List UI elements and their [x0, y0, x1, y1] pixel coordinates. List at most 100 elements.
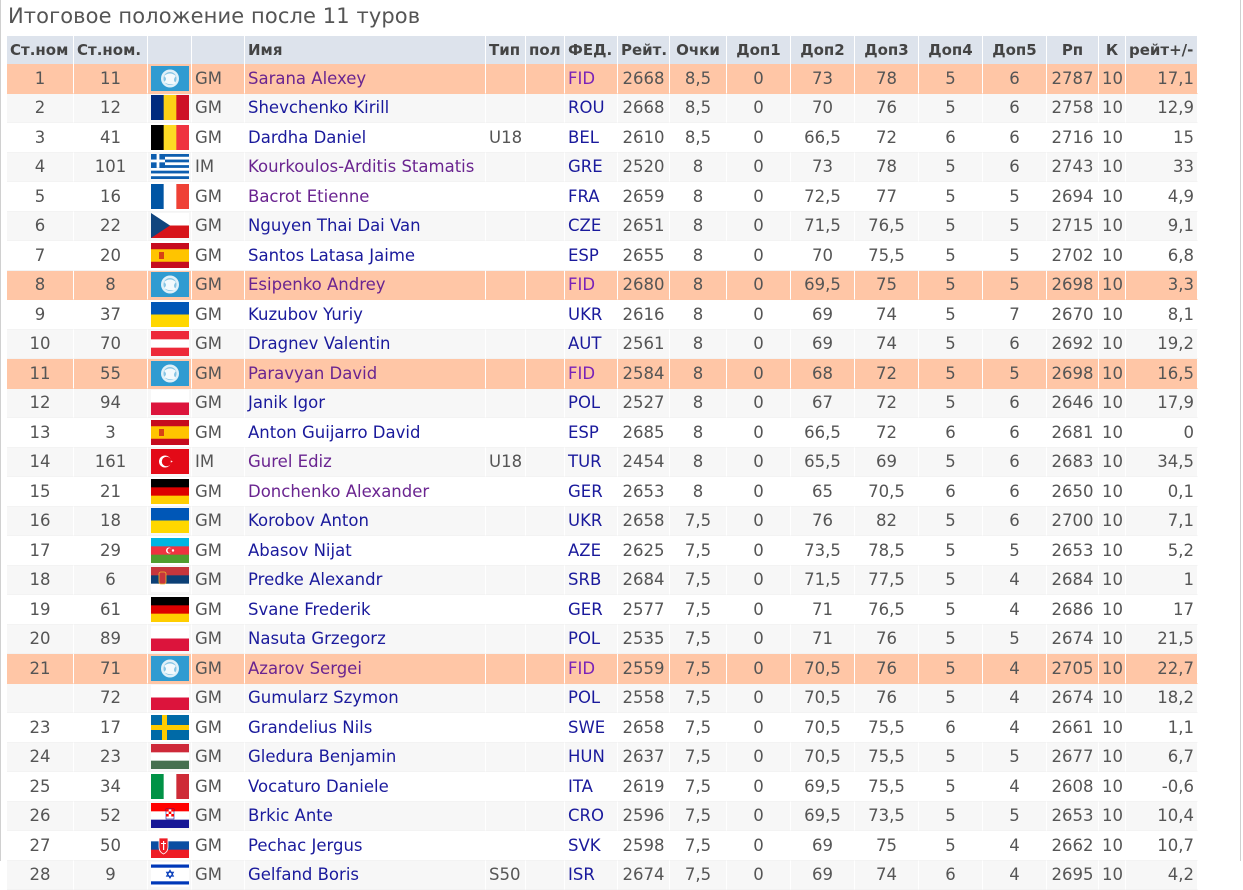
player-name-link[interactable]: Pechac Jergus [245, 831, 486, 861]
type-cell [486, 654, 526, 684]
col-header-sex[interactable]: пол [526, 36, 565, 64]
rating-change-cell: 16,5 [1126, 359, 1198, 389]
federation-cell[interactable]: TUR [565, 448, 618, 478]
sex-cell [526, 625, 565, 655]
table-row: 212GMShevchenko KirillROU26688,507076562… [7, 94, 1198, 124]
federation-cell[interactable]: UKR [565, 507, 618, 537]
player-name-link[interactable]: Nasuta Grzegorz [245, 625, 486, 655]
start-number-cell: 89 [74, 625, 148, 655]
federation-cell[interactable]: ITA [565, 772, 618, 802]
player-name-link[interactable]: Nguyen Thai Dai Van [245, 212, 486, 242]
player-name-link[interactable]: Dragnev Valentin [245, 330, 486, 360]
federation-cell[interactable]: GER [565, 477, 618, 507]
tb4-cell: 5 [919, 625, 983, 655]
rating-cell: 2658 [618, 713, 670, 743]
player-name-link[interactable]: Janik Igor [245, 389, 486, 419]
col-header-name[interactable]: Имя [245, 36, 486, 64]
sex-cell [526, 241, 565, 271]
cro-flag [151, 803, 189, 828]
sex-cell [526, 418, 565, 448]
tb2-cell: 69,5 [791, 271, 855, 301]
player-name-link[interactable]: Bacrot Etienne [245, 182, 486, 212]
tb1-cell: 0 [727, 418, 791, 448]
player-name-link[interactable]: Svane Frederik [245, 595, 486, 625]
player-name-link[interactable]: Grandelius Nils [245, 713, 486, 743]
k-factor-cell: 10 [1099, 802, 1126, 832]
player-name-link[interactable]: Abasov Nijat [245, 536, 486, 566]
tb1-cell: 0 [727, 182, 791, 212]
federation-cell[interactable]: CRO [565, 802, 618, 832]
player-name-link[interactable]: Shevchenko Kirill [245, 94, 486, 124]
col-header-tb3[interactable]: Доп3 [855, 36, 919, 64]
player-name-link[interactable]: Donchenko Alexander [245, 477, 486, 507]
k-factor-cell: 10 [1099, 330, 1126, 360]
player-name-link[interactable]: Santos Latasa Jaime [245, 241, 486, 271]
federation-cell[interactable]: POL [565, 625, 618, 655]
player-name-link[interactable]: Brkic Ante [245, 802, 486, 832]
federation-cell[interactable]: POL [565, 684, 618, 714]
federation-cell[interactable]: FID [565, 654, 618, 684]
col-header-k[interactable]: К [1099, 36, 1126, 64]
rank-cell: 13 [7, 418, 74, 448]
player-name-link[interactable]: Gledura Benjamin [245, 743, 486, 773]
player-name-link[interactable]: Kuzubov Yuriy [245, 300, 486, 330]
col-header-type[interactable]: Тип [486, 36, 526, 64]
player-name-link[interactable]: Esipenko Andrey [245, 271, 486, 301]
federation-cell[interactable]: AUT [565, 330, 618, 360]
tb3-cell: 78 [855, 64, 919, 94]
col-header-fed[interactable]: ФЕД. [565, 36, 618, 64]
federation-cell[interactable]: ISR [565, 861, 618, 890]
federation-cell[interactable]: BEL [565, 123, 618, 153]
federation-cell[interactable]: AZE [565, 536, 618, 566]
k-factor-cell: 10 [1099, 713, 1126, 743]
federation-cell[interactable]: GRE [565, 153, 618, 183]
federation-cell[interactable]: FID [565, 271, 618, 301]
federation-cell[interactable]: CZE [565, 212, 618, 242]
title-cell: GM [192, 359, 245, 389]
sex-cell [526, 654, 565, 684]
federation-cell[interactable]: UKR [565, 300, 618, 330]
player-name-link[interactable]: Gumularz Szymon [245, 684, 486, 714]
player-name-link[interactable]: Anton Guijarro David [245, 418, 486, 448]
tb2-cell: 69 [791, 300, 855, 330]
col-header-tb4[interactable]: Доп4 [919, 36, 983, 64]
tb1-cell: 0 [727, 743, 791, 773]
col-header-rating-change[interactable]: рейт+/- [1126, 36, 1198, 64]
federation-cell[interactable]: SWE [565, 713, 618, 743]
player-name-link[interactable]: Sarana Alexey [245, 64, 486, 94]
col-header-points[interactable]: Очки [670, 36, 727, 64]
federation-cell[interactable]: POL [565, 389, 618, 419]
federation-cell[interactable]: ROU [565, 94, 618, 124]
federation-cell[interactable]: ESP [565, 418, 618, 448]
col-header-tb2[interactable]: Доп2 [791, 36, 855, 64]
col-header-rating[interactable]: Рейт. [618, 36, 670, 64]
federation-cell[interactable]: FRA [565, 182, 618, 212]
tb3-cell: 75 [855, 271, 919, 301]
rating-change-cell: -0,6 [1126, 772, 1198, 802]
flag-cell [148, 772, 192, 802]
player-name-link[interactable]: Dardha Daniel [245, 123, 486, 153]
col-header-start-no[interactable]: Ст.ном. [74, 36, 148, 64]
col-header-rank[interactable]: Ст.ном [7, 36, 74, 64]
player-name-link[interactable]: Predke Alexandr [245, 566, 486, 596]
player-name-link[interactable]: Paravyan David [245, 359, 486, 389]
federation-cell[interactable]: SRB [565, 566, 618, 596]
player-name-link[interactable]: Gurel Ediz [245, 448, 486, 478]
start-number-cell: 16 [74, 182, 148, 212]
federation-cell[interactable]: FID [565, 359, 618, 389]
player-name-link[interactable]: Azarov Sergei [245, 654, 486, 684]
federation-cell[interactable]: SVK [565, 831, 618, 861]
col-header-tb5[interactable]: Доп5 [983, 36, 1047, 64]
player-name-link[interactable]: Vocaturo Daniele [245, 772, 486, 802]
col-header-rp[interactable]: Рп [1047, 36, 1099, 64]
federation-cell[interactable]: FID [565, 64, 618, 94]
rating-cell: 2520 [618, 153, 670, 183]
player-name-link[interactable]: Kourkoulos-Arditis Stamatis [245, 153, 486, 183]
federation-cell[interactable]: HUN [565, 743, 618, 773]
federation-cell[interactable]: GER [565, 595, 618, 625]
player-name-link[interactable]: Korobov Anton [245, 507, 486, 537]
federation-cell[interactable]: ESP [565, 241, 618, 271]
k-factor-cell: 10 [1099, 684, 1126, 714]
col-header-tb1[interactable]: Доп1 [727, 36, 791, 64]
player-name-link[interactable]: Gelfand Boris [245, 861, 486, 890]
